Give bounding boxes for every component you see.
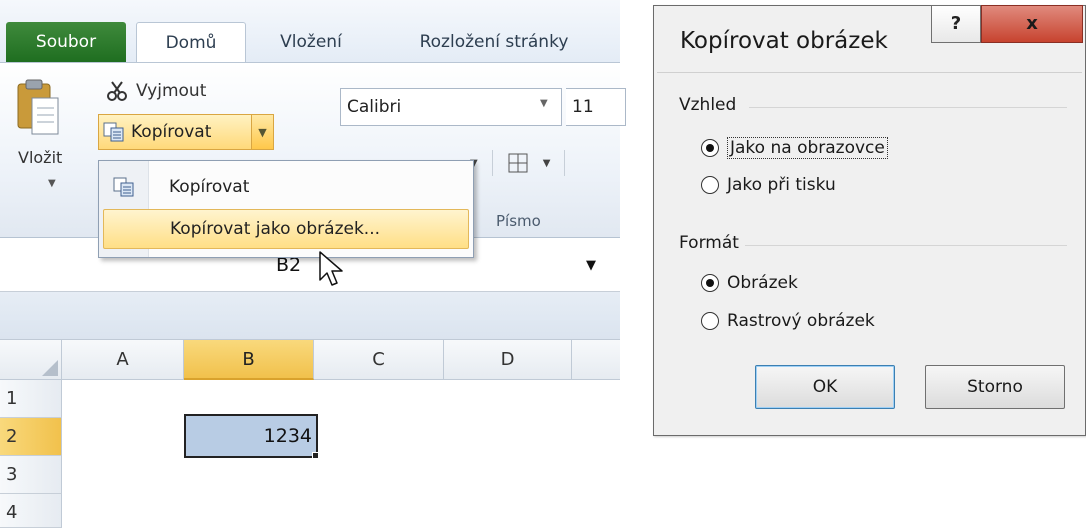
copy-label: Kopírovat [131,122,212,142]
menu-item-copy-as-picture[interactable]: Kopírovat jako obrázek... [103,209,469,249]
radio-bitmap-label: Rastrový obrázek [727,311,875,331]
radio-picture[interactable]: Obrázek [701,273,798,293]
separator [491,150,493,176]
column-header-a[interactable]: A [62,340,184,380]
dialog-title: Kopírovat obrázek [680,28,888,54]
name-box-dropdown-arrow-icon[interactable]: ▼ [586,258,596,273]
radio-as-shown-when-printed[interactable]: Jako při tisku [701,175,836,195]
paste-dropdown-arrow-icon[interactable]: ▼ [48,178,56,189]
radio-bitmap[interactable]: Rastrový obrázek [701,311,875,331]
cut-button[interactable]: Vyjmout [106,80,206,102]
font-name-combobox[interactable]: Calibri [340,88,562,126]
menu-item-copy-as-picture-label: Kopírovat jako obrázek... [170,219,381,239]
borders-dropdown-arrow-icon[interactable]: ▼ [543,158,551,169]
copy-button[interactable]: Kopírovat [99,115,251,149]
copy-split-button: Kopírovat ▼ [98,114,274,150]
select-all-triangle-icon [42,360,58,376]
copy-icon [103,122,124,142]
copy-picture-dialog: Kopírovat obrázek ? x Vzhled Jako na obr… [653,5,1086,436]
column-header-b[interactable]: B [184,340,314,380]
column-header-c[interactable]: C [314,340,444,380]
radio-selected-icon [701,274,719,292]
paste-button-label[interactable]: Vložit [18,148,62,167]
font-format-row: ▼ ▼ [470,150,566,176]
mouse-pointer-icon [319,251,343,286]
group-divider [745,245,1067,246]
radio-unselected-icon [701,176,719,194]
radio-as-shown-when-printed-label: Jako při tisku [727,175,836,195]
copy-icon [113,177,134,197]
cell-b2[interactable]: 1234 [184,414,318,458]
close-button[interactable]: x [981,5,1083,43]
menu-item-copy[interactable]: Kopírovat [103,167,469,207]
dialog-body: Vzhled Jako na obrazovce Jako při tisku … [657,72,1082,434]
row-header-3[interactable]: 3 [0,456,62,494]
help-button[interactable]: ? [931,5,981,43]
row-header-1[interactable]: 1 [0,380,62,418]
row-header-4[interactable]: 4 [0,494,62,528]
borders-icon[interactable] [507,152,529,174]
tab-page-layout[interactable]: Rozložení stránky [384,22,604,62]
tab-home[interactable]: Domů [136,22,246,62]
radio-as-shown-on-screen-label: Jako na obrazovce [727,137,888,159]
group-divider [749,107,1067,108]
cancel-button[interactable]: Storno [925,365,1065,409]
radio-picture-label: Obrázek [727,273,798,293]
font-size-combobox[interactable]: 11 [566,88,626,126]
separator [564,150,566,176]
font-group-label: Písmo [496,212,541,230]
cut-label: Vyjmout [136,81,207,101]
tab-insert[interactable]: Vložení [256,22,366,62]
paste-icon[interactable] [14,78,62,142]
radio-as-shown-on-screen[interactable]: Jako na obrazovce [701,137,888,159]
column-header-d[interactable]: D [444,340,572,380]
scissors-icon [107,81,127,101]
ok-button[interactable]: OK [755,365,895,409]
tab-file[interactable]: Soubor [6,22,126,62]
excel-window: Soubor Domů Vložení Rozložení stránky Vl… [0,0,626,528]
copy-dropdown-arrow-icon[interactable]: ▼ [251,115,273,149]
copy-dropdown-menu: Kopírovat Kopírovat jako obrázek... [98,160,474,258]
format-group-label: Formát [679,233,739,253]
radio-selected-icon [701,139,719,157]
appearance-group-label: Vzhled [679,95,737,115]
radio-unselected-icon [701,312,719,330]
row-header-2[interactable]: 2 [0,418,62,456]
formula-bar-band [0,292,620,340]
fill-handle[interactable] [312,452,319,459]
font-name-dropdown-arrow-icon[interactable]: ▼ [540,98,548,109]
menu-item-copy-label: Kopírovat [169,177,250,197]
